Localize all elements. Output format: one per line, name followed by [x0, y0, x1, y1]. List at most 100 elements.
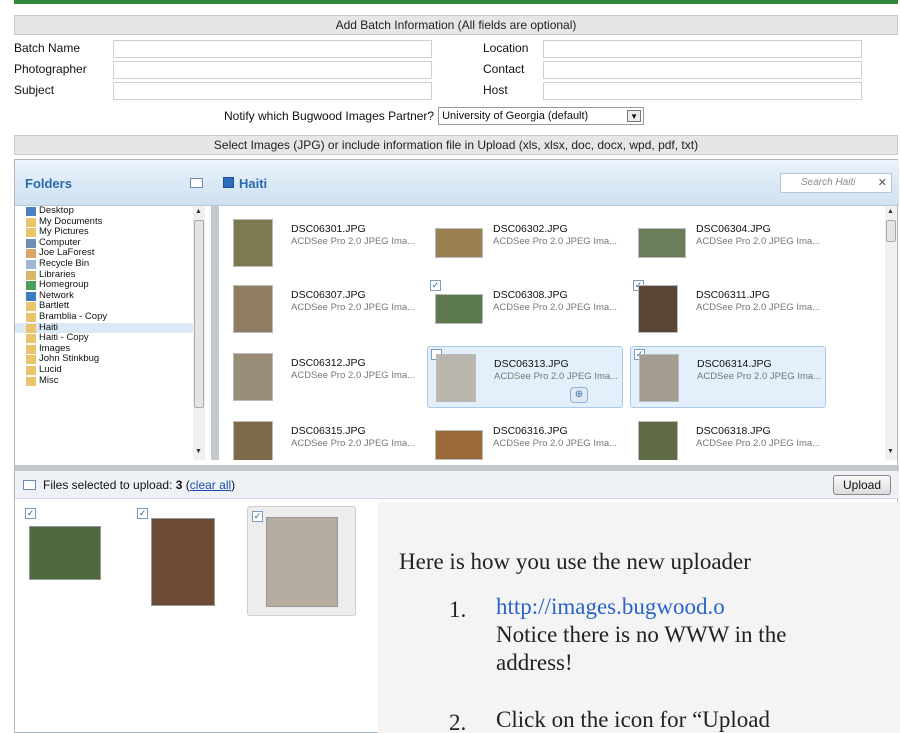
file-name: DSC06315.JPG — [291, 425, 366, 437]
zoom-preview-icon[interactable]: ⊕ — [570, 387, 588, 403]
file-thumbnail — [233, 219, 273, 267]
file-tile[interactable]: ✓ DSC06311.JPG ACDSee Pro 2.0 JPEG Ima..… — [630, 278, 826, 340]
host-input[interactable] — [543, 82, 862, 100]
location-input[interactable] — [543, 40, 862, 58]
homegroup-icon — [26, 281, 36, 291]
recycle-bin-icon — [26, 259, 36, 269]
folder-icon — [26, 376, 36, 386]
folder-scrollbar[interactable]: ▲ ▼ — [193, 206, 205, 460]
computer-icon — [26, 238, 36, 248]
top-accent-line — [14, 0, 898, 4]
file-type: ACDSee Pro 2.0 JPEG Ima... — [493, 438, 618, 449]
photographer-label: Photographer — [14, 62, 87, 76]
doc-intro: Here is how you use the new uploader — [399, 549, 751, 574]
file-tile[interactable]: DSC06318.JPG ACDSee Pro 2.0 JPEG Ima... — [630, 414, 826, 460]
partner-select[interactable]: University of Georgia (default) ▼ — [438, 107, 645, 125]
selected-file-checkbox[interactable]: ✓ — [25, 508, 36, 519]
scroll-down-icon[interactable]: ▼ — [195, 448, 202, 455]
file-checkbox[interactable]: ✓ — [430, 280, 441, 291]
subject-label: Subject — [14, 83, 55, 97]
file-type: ACDSee Pro 2.0 JPEG Ima... — [696, 302, 821, 313]
upload-button[interactable]: Upload — [833, 475, 891, 495]
file-thumbnail — [638, 285, 678, 333]
selected-file-card[interactable]: ✓ — [21, 506, 111, 591]
file-tile[interactable]: DSC06304.JPG ACDSee Pro 2.0 JPEG Ima... — [630, 212, 826, 274]
batch-info-form: Add Batch Information (All fields are op… — [14, 15, 898, 155]
file-thumbnail — [435, 228, 483, 258]
scroll-up-icon[interactable]: ▲ — [887, 208, 894, 215]
folder-icon — [26, 217, 36, 227]
batch-name-label: Batch Name — [14, 41, 81, 55]
file-thumbnail — [233, 285, 273, 333]
batch-name-input[interactable] — [113, 40, 432, 58]
file-tile-selected[interactable]: ✓ DSC06314.JPG ACDSee Pro 2.0 JPEG Ima..… — [630, 346, 826, 408]
folder-tree: Desktop My Documents My Pictures Compute… — [15, 206, 205, 460]
panel-splitter[interactable] — [211, 206, 219, 460]
network-icon — [26, 291, 36, 301]
file-thumbnail — [233, 353, 273, 401]
file-tile[interactable]: ✓ DSC06308.JPG ACDSee Pro 2.0 JPEG Ima..… — [427, 278, 623, 340]
search-input[interactable]: Search Haiti ✕ — [780, 173, 892, 193]
contact-input[interactable] — [543, 61, 862, 79]
file-type: ACDSee Pro 2.0 JPEG Ima... — [291, 438, 416, 449]
file-thumbnail — [638, 421, 678, 460]
selected-file-checkbox[interactable]: ✓ — [252, 511, 263, 522]
clear-search-icon[interactable]: ✕ — [878, 174, 887, 192]
file-name: DSC06316.JPG — [493, 425, 568, 437]
file-tile[interactable]: DSC06312.JPG ACDSee Pro 2.0 JPEG Ima... — [225, 346, 421, 408]
user-folder-icon — [26, 249, 36, 259]
file-thumbnail — [435, 294, 483, 324]
grid-scroll-thumb[interactable] — [886, 220, 896, 242]
folder-icon — [26, 334, 36, 344]
collapse-selected-icon[interactable] — [23, 480, 36, 490]
file-tile[interactable]: DSC06307.JPG ACDSee Pro 2.0 JPEG Ima... — [225, 278, 421, 340]
host-label: Host — [483, 83, 508, 97]
file-tile-hover[interactable]: DSC06313.JPG ACDSee Pro 2.0 JPEG Ima... … — [427, 346, 623, 408]
notify-partner-row: Notify which Bugwood Images Partner? Uni… — [224, 107, 645, 125]
file-tile[interactable]: DSC06316.JPG ACDSee Pro 2.0 JPEG Ima... — [427, 414, 623, 460]
uploader-header: Folders Haiti Search Haiti ✕ — [15, 160, 899, 206]
file-tile[interactable]: DSC06301.JPG ACDSee Pro 2.0 JPEG Ima... — [225, 212, 421, 274]
folder-icon — [26, 312, 36, 322]
file-type: ACDSee Pro 2.0 JPEG Ima... — [696, 438, 821, 449]
file-type: ACDSee Pro 2.0 JPEG Ima... — [696, 236, 821, 247]
scroll-down-icon[interactable]: ▼ — [887, 448, 894, 455]
folder-scroll-thumb[interactable] — [194, 220, 204, 408]
file-type: ACDSee Pro 2.0 JPEG Ima... — [697, 371, 822, 382]
file-tile[interactable]: DSC06315.JPG ACDSee Pro 2.0 JPEG Ima... — [225, 414, 421, 460]
selected-file-checkbox[interactable]: ✓ — [137, 508, 148, 519]
selected-file-thumbnail — [266, 517, 338, 607]
select-images-header: Select Images (JPG) or include informati… — [14, 135, 898, 155]
file-name: DSC06314.JPG — [697, 358, 772, 370]
bugwood-link[interactable]: http://images.bugwood.o — [496, 594, 725, 619]
step1-line3: address! — [496, 650, 573, 675]
selected-file-thumbnail — [29, 526, 101, 580]
folders-title: Folders — [25, 176, 72, 191]
grid-scrollbar[interactable]: ▲ ▼ — [885, 206, 897, 460]
dropdown-arrow-icon[interactable]: ▼ — [627, 110, 642, 122]
scroll-up-icon[interactable]: ▲ — [195, 208, 202, 215]
contact-label: Contact — [483, 62, 525, 76]
file-thumbnail — [435, 430, 483, 460]
file-tile[interactable]: DSC06302.JPG ACDSee Pro 2.0 JPEG Ima... — [427, 212, 623, 274]
file-type: ACDSee Pro 2.0 JPEG Ima... — [291, 236, 416, 247]
file-name: DSC06302.JPG — [493, 223, 568, 235]
location-label: Location — [483, 41, 529, 55]
files-selected-summary: Files selected to upload: 3 (clear all) — [43, 478, 236, 492]
desktop-icon — [26, 207, 36, 216]
clear-all-link[interactable]: clear all — [190, 478, 231, 492]
file-type: ACDSee Pro 2.0 JPEG Ima... — [493, 236, 618, 247]
libraries-icon — [26, 270, 36, 280]
selected-file-card[interactable]: ✓ — [133, 506, 223, 606]
selected-file-card[interactable]: ✓ — [247, 506, 356, 616]
subject-input[interactable] — [113, 82, 432, 100]
collapse-folders-icon[interactable] — [190, 178, 203, 188]
file-name: DSC06304.JPG — [696, 223, 771, 235]
photographer-input[interactable] — [113, 61, 432, 79]
step-number: 1. — [449, 597, 467, 622]
file-name: DSC06308.JPG — [493, 289, 568, 301]
file-name: DSC06311.JPG — [696, 289, 770, 301]
partner-select-value: University of Georgia (default) — [442, 110, 589, 122]
folder-icon — [26, 323, 36, 333]
folder-item-misc[interactable]: Misc — [15, 375, 205, 387]
